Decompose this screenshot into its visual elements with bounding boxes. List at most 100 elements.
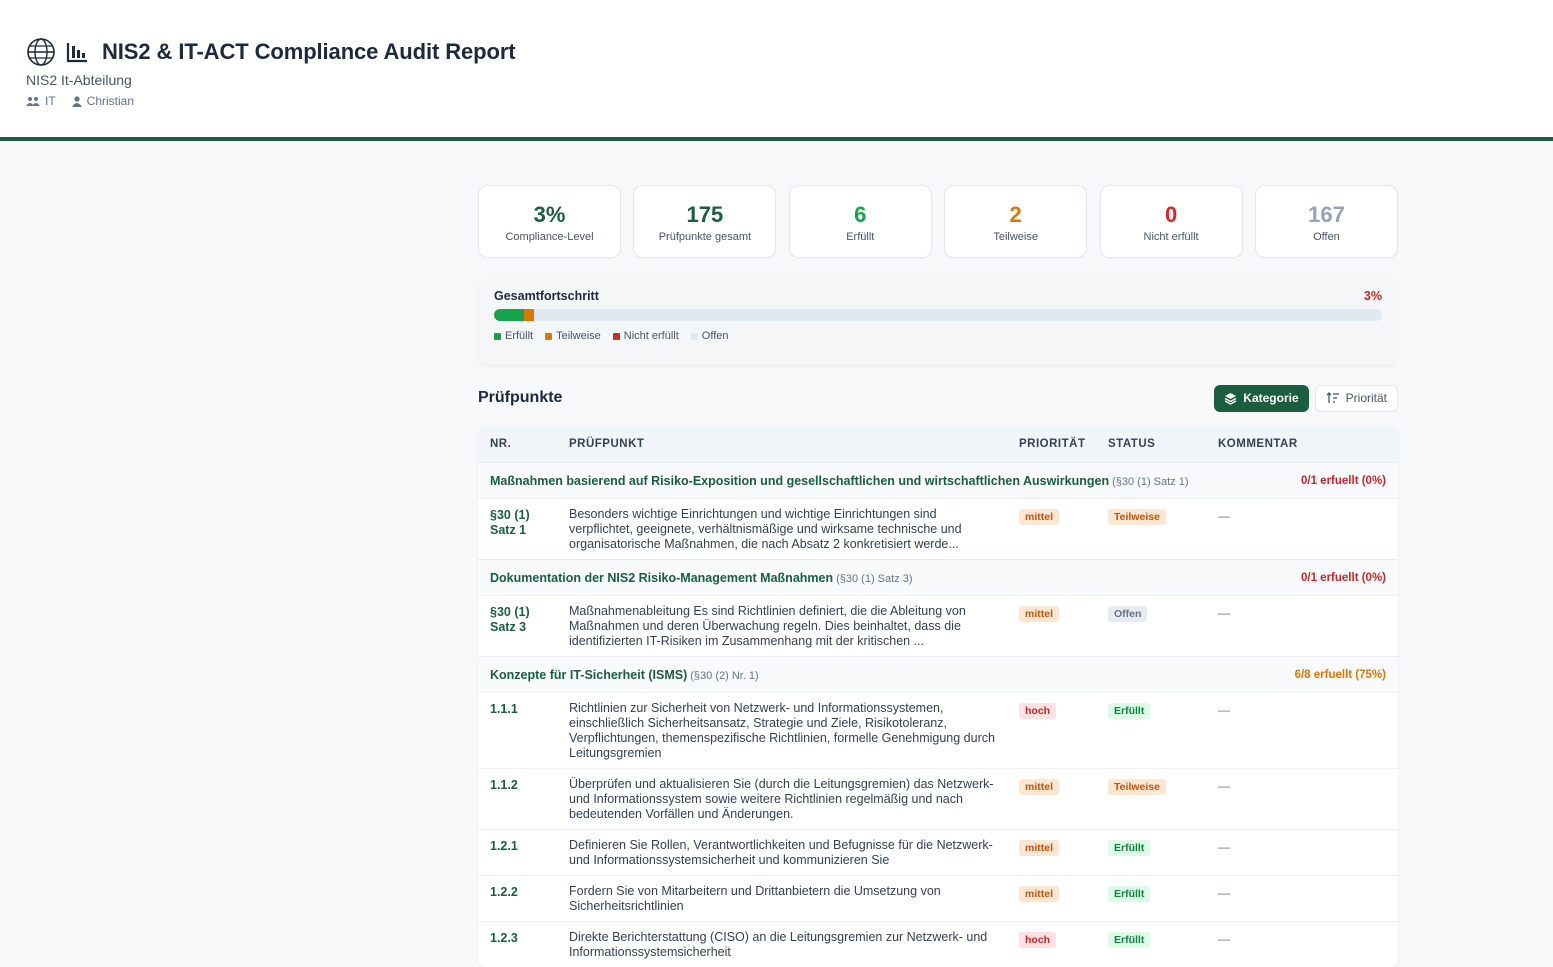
column-header-checkpoint[interactable]: PRÜFPUNKT	[558, 438, 1019, 450]
comment-value[interactable]: —	[1218, 779, 1230, 793]
table-body: Maßnahmen basierend auf Risiko-Expositio…	[478, 462, 1398, 967]
checkpoint-text: Definieren Sie Rollen, Verantwortlichkei…	[569, 838, 993, 867]
checkpoint-number: 1.1.2	[490, 778, 518, 792]
legend-item-not-fulfilled: Nicht erfüllt	[612, 330, 679, 342]
table-header: NR. PRÜFPUNKT PRIORITÄT STATUS KOMMENTAR	[478, 426, 1398, 462]
priority-badge: mittel	[1019, 509, 1060, 525]
user-info: Christian	[71, 94, 135, 108]
checkpoint-number: §30 (1) Satz 3	[490, 605, 530, 634]
table-row[interactable]: 1.1.1 Richtlinien zur Sicherheit von Net…	[478, 692, 1398, 768]
stat-partial: 2 Teilweise	[944, 185, 1088, 258]
progress-percent: 3%	[1363, 289, 1382, 303]
stat-label: Prüfpunkte gesamt	[658, 231, 752, 243]
sort-icon	[1326, 392, 1339, 403]
comment-value[interactable]: —	[1218, 886, 1230, 900]
stats-row: 3% Compliance-Level 175 Prüfpunkte gesam…	[478, 185, 1398, 258]
legend-swatch	[494, 332, 501, 340]
legend-swatch	[612, 332, 620, 340]
category-status: 6/8 erfuellt (75%)	[1294, 668, 1386, 681]
status-badge[interactable]: Erfüllt	[1108, 886, 1151, 902]
user-label: Christian	[86, 94, 135, 108]
status-badge[interactable]: Erfüllt	[1108, 703, 1151, 719]
comment-value[interactable]: —	[1218, 606, 1230, 620]
legend-item-fulfilled: Erfüllt	[494, 330, 533, 342]
comment-value[interactable]: —	[1218, 703, 1230, 717]
stat-not-fulfilled: 0 Nicht erfüllt	[1099, 185, 1243, 258]
category-title: Maßnahmen basierend auf Risiko-Expositio…	[490, 472, 1189, 490]
checkpoints-table: NR. PRÜFPUNKT PRIORITÄT STATUS KOMMENTAR…	[478, 426, 1398, 967]
priority-badge: mittel	[1019, 840, 1060, 856]
checkpoint-number: §30 (1) Satz 1	[490, 508, 530, 537]
table-row[interactable]: 1.2.2 Fordern Sie von Mitarbeitern und D…	[478, 875, 1398, 921]
checkpoint-text: Überprüfen und aktualisieren Sie (durch …	[569, 777, 994, 821]
stat-value: 6	[854, 202, 867, 227]
status-badge[interactable]: Teilweise	[1108, 509, 1166, 525]
checkpoint-text: Direkte Berichterstattung (CISO) an die …	[569, 930, 988, 959]
priority-badge: mittel	[1019, 606, 1060, 622]
checkpoint-number: 1.2.1	[490, 839, 518, 853]
overall-progress-card: Gesamtfortschritt 3% Erfüllt Teilweise N…	[478, 279, 1398, 365]
column-header-nr[interactable]: NR.	[478, 438, 558, 450]
priority-badge: hoch	[1019, 703, 1057, 719]
table-row[interactable]: 1.2.1 Definieren Sie Rollen, Verantwortl…	[478, 829, 1398, 875]
stat-label: Compliance-Level	[505, 231, 594, 243]
category-reference: (§30 (2) Nr. 1)	[690, 669, 759, 682]
checkpoint-number: 1.2.2	[490, 885, 518, 899]
progress-title: Gesamtfortschritt	[494, 289, 599, 303]
stat-value: 167	[1308, 202, 1345, 227]
table-row[interactable]: 1.1.2 Überprüfen und aktualisieren Sie (…	[478, 768, 1398, 829]
category-status: 0/1 erfuellt (0%)	[1301, 474, 1386, 487]
progress-segment	[524, 309, 534, 321]
table-row[interactable]: 1.2.3 Direkte Berichterstattung (CISO) a…	[478, 921, 1398, 967]
stat-open: 167 Offen	[1254, 185, 1398, 258]
column-header-priority[interactable]: PRIORITÄT	[1019, 438, 1108, 450]
legend-swatch	[690, 332, 698, 340]
legend-swatch	[545, 332, 553, 340]
stat-value: 0	[1164, 202, 1178, 227]
priority-badge: mittel	[1019, 779, 1060, 795]
main-content: 3% Compliance-Level 175 Prüfpunkte gesam…	[478, 185, 1398, 967]
stat-compliance-level: 3% Compliance-Level	[478, 185, 621, 258]
comment-value[interactable]: —	[1218, 509, 1230, 523]
globe-icon	[27, 38, 55, 66]
category-row[interactable]: Dokumentation der NIS2 Risiko-Management…	[478, 559, 1398, 595]
priority-badge: mittel	[1019, 886, 1060, 902]
category-row[interactable]: Konzepte für IT-Sicherheit (ISMS) (§30 (2…	[478, 656, 1398, 692]
layers-icon	[1224, 392, 1237, 405]
status-badge[interactable]: Teilweise	[1108, 779, 1166, 795]
stat-label: Teilweise	[993, 231, 1038, 243]
group-by-priority-button[interactable]: Priorität	[1314, 384, 1398, 412]
status-badge[interactable]: Offen	[1108, 606, 1148, 622]
button-label: Priorität	[1345, 391, 1387, 405]
checkpoint-text: Fordern Sie von Mitarbeitern und Drittan…	[569, 884, 941, 913]
comment-value[interactable]: —	[1218, 932, 1230, 946]
status-badge[interactable]: Erfüllt	[1108, 840, 1151, 856]
column-header-status[interactable]: STATUS	[1108, 438, 1218, 450]
category-reference: (§30 (1) Satz 1)	[1112, 475, 1189, 488]
category-row[interactable]: Maßnahmen basierend auf Risiko-Expositio…	[478, 462, 1398, 498]
checkpoints-header: Prüfpunkte Kategorie Priorität	[478, 384, 1398, 412]
page-subtitle: NIS2 It-Abteilung	[26, 72, 132, 88]
group-by-category-button[interactable]: Kategorie	[1214, 384, 1309, 412]
progress-segment	[533, 309, 1382, 321]
checkpoint-number: 1.2.3	[490, 931, 518, 945]
legend-item-partial: Teilweise	[545, 330, 601, 342]
category-title: Dokumentation der NIS2 Risiko-Management…	[490, 569, 913, 587]
table-row[interactable]: §30 (1) Satz 1 Besonders wichtige Einric…	[478, 498, 1398, 559]
status-badge[interactable]: Erfüllt	[1108, 932, 1151, 948]
bar-chart-icon	[66, 43, 87, 63]
category-reference: (§30 (1) Satz 3)	[836, 572, 913, 585]
comment-value[interactable]: —	[1218, 840, 1230, 854]
category-title: Konzepte für IT-Sicherheit (ISMS) (§30 (2…	[490, 666, 759, 684]
page-title: NIS2 & IT-ACT Compliance Audit Report	[102, 39, 516, 64]
legend-label: Nicht erfüllt	[623, 330, 679, 342]
table-row[interactable]: §30 (1) Satz 3 Maßnahmenableitung Es sin…	[478, 595, 1398, 656]
users-icon	[26, 97, 40, 106]
stat-value: 175	[686, 202, 724, 227]
title-row: NIS2 & IT-ACT Compliance Audit Report	[26, 37, 516, 67]
legend-item-open: Offen	[690, 330, 729, 342]
progress-legend: Erfüllt Teilweise Nicht erfüllt Offen	[494, 330, 741, 342]
column-header-comment[interactable]: KOMMENTAR	[1218, 438, 1398, 450]
priority-badge: hoch	[1019, 932, 1057, 948]
category-name: Konzepte für IT-Sicherheit (ISMS)	[490, 667, 688, 682]
